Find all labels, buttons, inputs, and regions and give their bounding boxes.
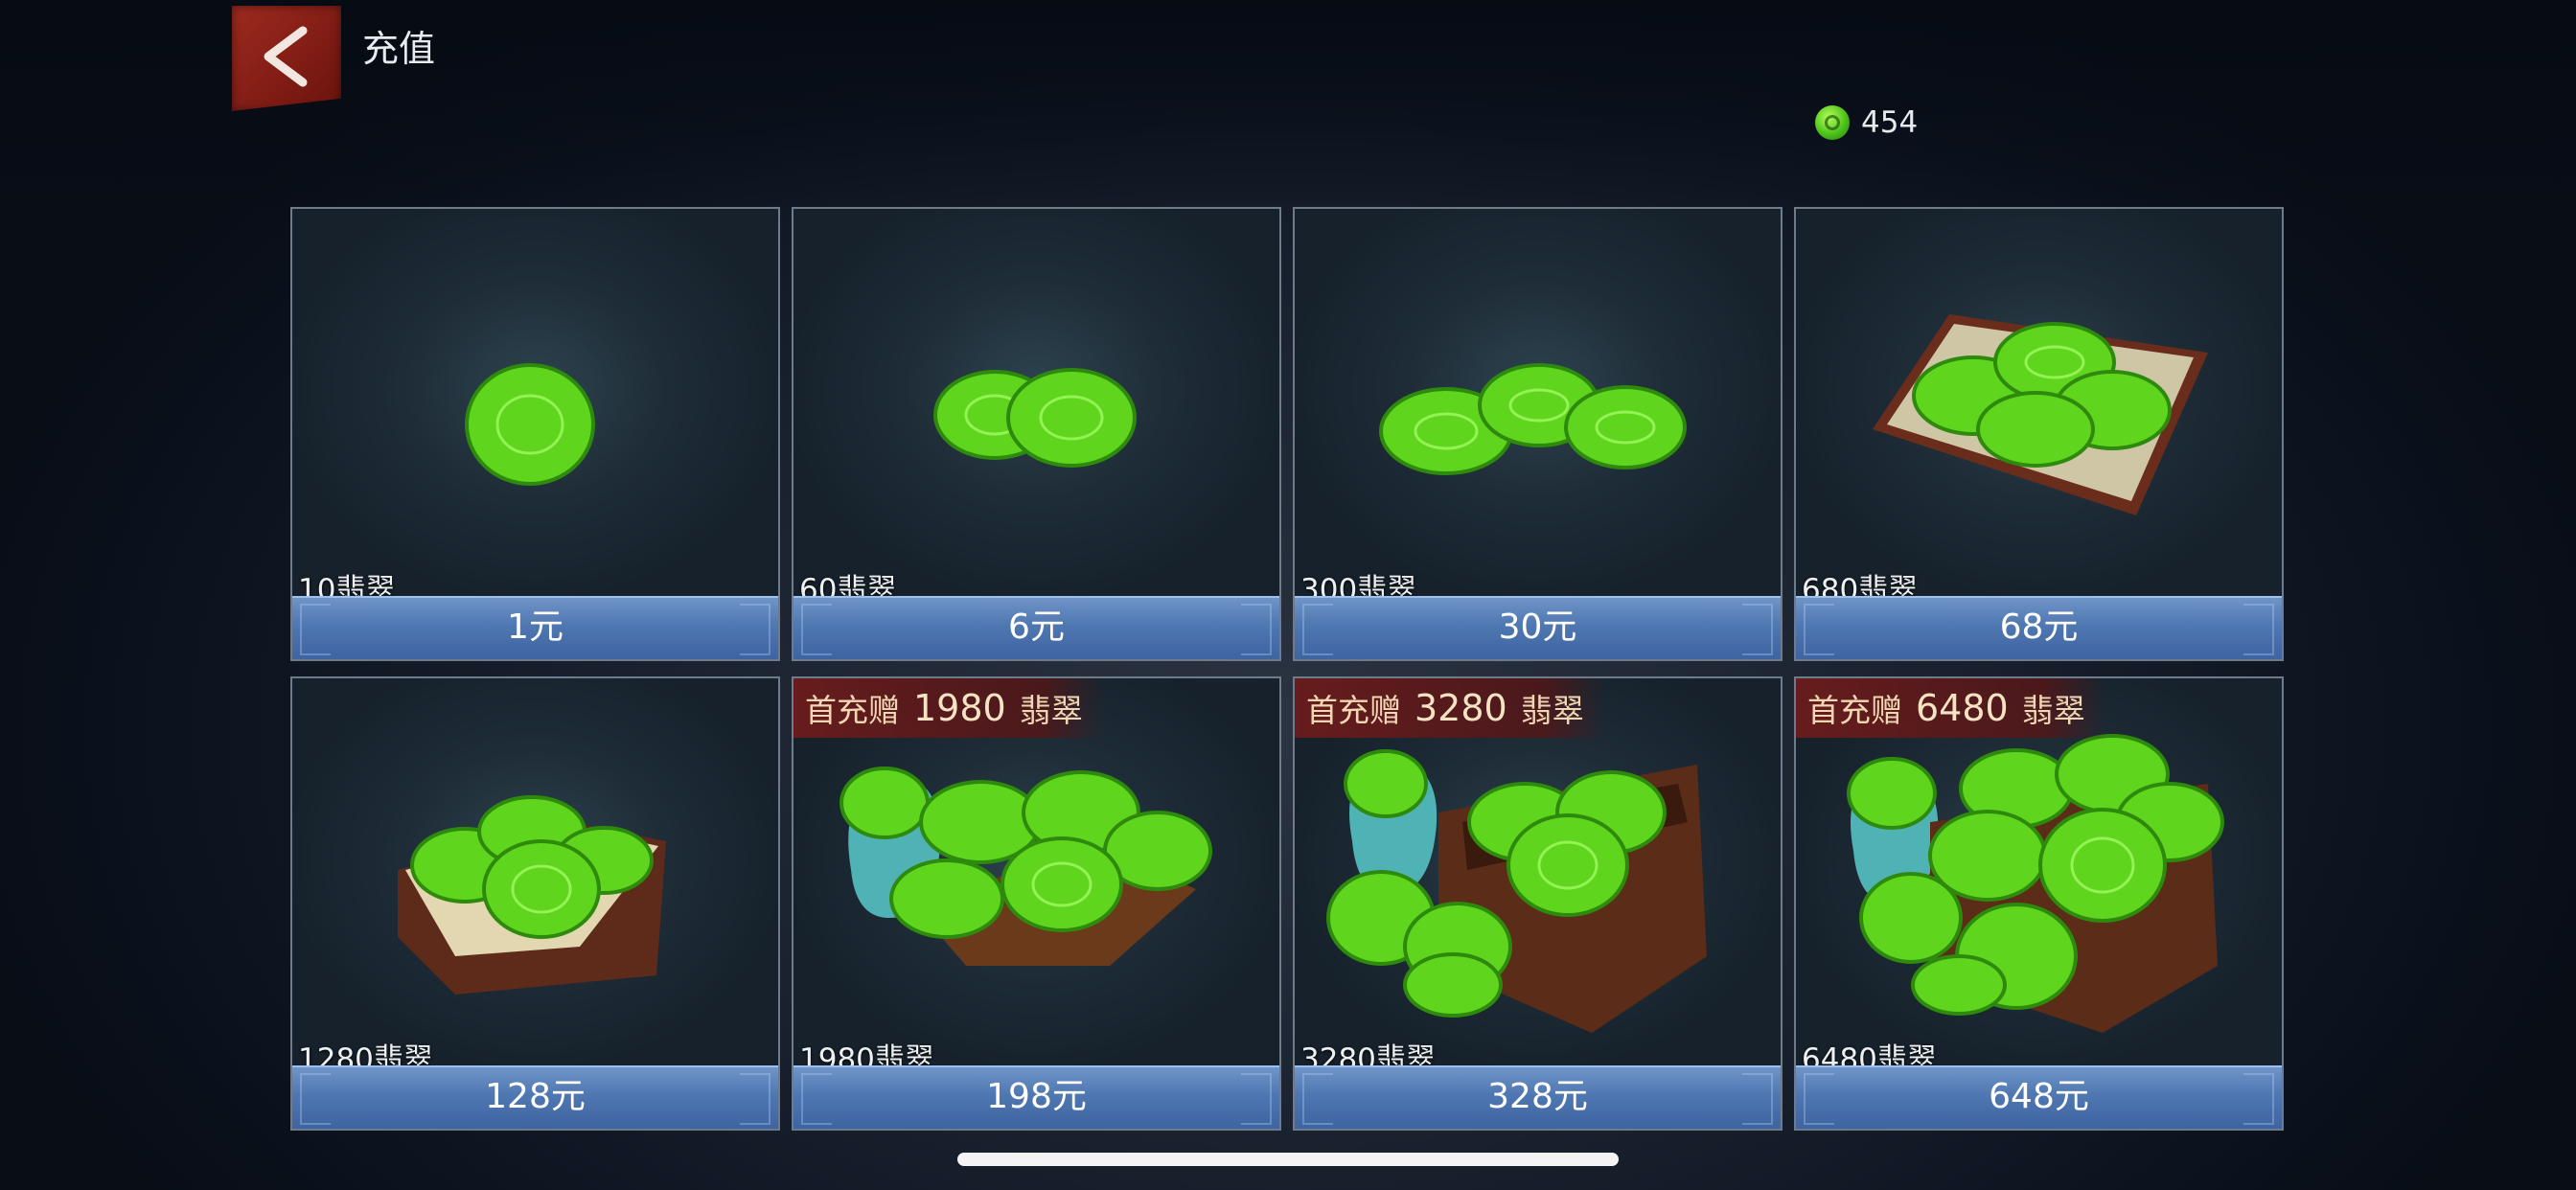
recharge-grid: 10翡翠 1元 60翡翠 6元 300翡翠 30元 680翡翠 68元 1280… [290, 207, 2286, 1131]
jade-coins-icon [933, 368, 1137, 468]
price-button[interactable]: 68元 [1796, 596, 2282, 659]
package-card[interactable]: 首充赠 6480 翡翠 6480 翡翠 648元 [1794, 676, 2284, 1131]
price-button[interactable]: 30元 [1295, 596, 1781, 659]
jade-coins-icon [1379, 363, 1687, 475]
jade-coin-icon [465, 363, 595, 486]
price-button[interactable]: 6元 [794, 596, 1279, 659]
bonus-unit: 翡翠 [2021, 692, 2085, 729]
price-button[interactable]: 328元 [1295, 1065, 1781, 1129]
first-recharge-badge: 首充赠 6480 翡翠 [1796, 678, 2106, 738]
package-card[interactable]: 60翡翠 6元 [792, 207, 1281, 661]
price-button[interactable]: 198元 [794, 1065, 1279, 1129]
package-card[interactable]: 10翡翠 1元 [290, 207, 780, 661]
bonus-prefix: 首充赠 [1306, 692, 1401, 729]
back-button[interactable] [232, 6, 341, 111]
jade-currency-icon [1815, 105, 1850, 140]
bonus-unit: 翡翠 [1520, 692, 1584, 729]
bonus-unit: 翡翠 [1019, 692, 1083, 729]
package-card[interactable]: 1280翡翠 128元 [290, 676, 780, 1131]
package-card[interactable]: 300翡翠 30元 [1293, 207, 1782, 661]
price-button[interactable]: 128元 [292, 1065, 778, 1129]
home-indicator[interactable] [957, 1153, 1619, 1166]
package-card[interactable]: 首充赠 3280 翡翠 3280 翡翠 328元 [1293, 676, 1782, 1131]
first-recharge-badge: 首充赠 3280 翡翠 [1295, 678, 1605, 738]
price-button[interactable]: 648元 [1796, 1065, 2282, 1129]
first-recharge-badge: 首充赠 1980 翡翠 [794, 678, 1104, 738]
bonus-prefix: 首充赠 [1807, 692, 1902, 729]
package-card[interactable]: 680翡翠 68元 [1794, 207, 2284, 661]
jade-table-icon [398, 795, 666, 995]
jade-balance-value: 454 [1861, 105, 1919, 140]
bonus-value: 6480 [1916, 687, 2009, 729]
jade-balance: 454 [1815, 105, 1918, 140]
bonus-value: 1980 [913, 687, 1006, 729]
jade-tray-icon [1873, 314, 2208, 515]
package-card[interactable]: 首充赠 1980 翡翠 1980 翡翠 198元 [792, 676, 1281, 1131]
page-title: 充值 [362, 28, 436, 70]
back-arrow-icon [264, 26, 308, 87]
bonus-prefix: 首充赠 [805, 692, 900, 729]
price-button[interactable]: 1元 [292, 596, 778, 659]
bonus-value: 3280 [1414, 687, 1507, 729]
